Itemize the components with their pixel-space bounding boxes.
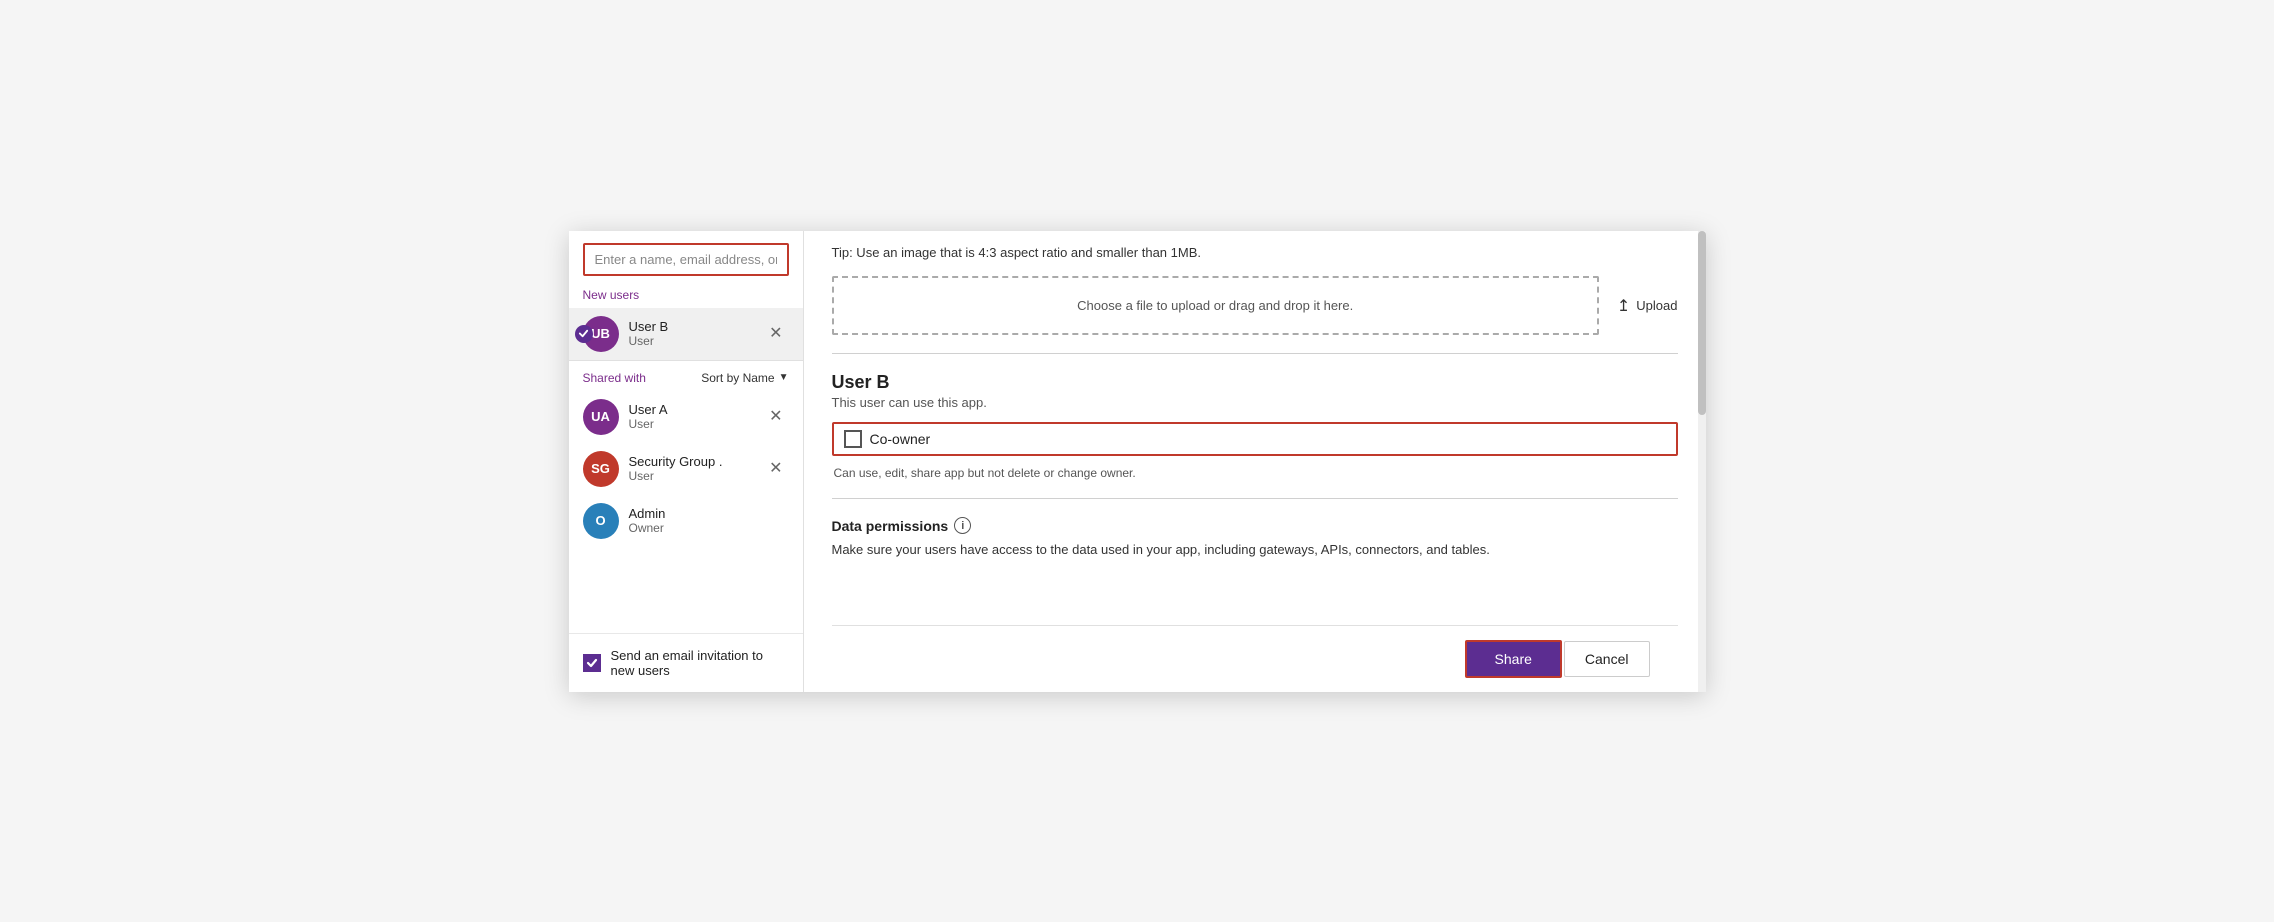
remove-selected-user-button[interactable]: ✕ [763, 324, 788, 344]
user-b-description: This user can use this app. [832, 395, 1678, 410]
right-panel: Tip: Use an image that is 4:3 aspect rat… [804, 231, 1706, 692]
admin-name: Admin [629, 506, 789, 521]
tip-text: Tip: Use an image that is 4:3 aspect rat… [832, 231, 1678, 263]
admin-role: Owner [629, 521, 789, 535]
coowner-checkbox[interactable] [844, 430, 862, 448]
data-permissions-description: Make sure your users have access to the … [832, 540, 1678, 560]
shared-user-item-admin[interactable]: O Admin Owner [569, 495, 803, 547]
coowner-label: Co-owner [870, 431, 931, 447]
sort-button[interactable]: Sort by Name ▼ [701, 371, 788, 385]
sort-label: Sort by Name [701, 371, 774, 385]
coowner-sub-text: Can use, edit, share app but not delete … [834, 466, 1678, 480]
sg-role: User [629, 469, 764, 483]
upload-zone-text: Choose a file to upload or drag and drop… [1077, 298, 1353, 313]
upload-arrow-icon: ↥ [1617, 296, 1630, 316]
sg-avatar: SG [583, 451, 619, 487]
separator-line-2 [832, 498, 1678, 499]
search-input[interactable] [583, 243, 789, 276]
selected-user-role: User [629, 334, 764, 348]
shared-with-row: Shared with Sort by Name ▼ [569, 361, 803, 391]
email-invite-checkbox[interactable] [583, 654, 601, 672]
shared-user-item-sg[interactable]: SG Security Group . User ✕ [569, 443, 803, 495]
data-permissions-title: Data permissions i [832, 517, 1678, 534]
upload-label: Upload [1636, 298, 1677, 313]
left-panel: New users UB User B User ✕ Shared with S… [569, 231, 804, 692]
upload-zone[interactable]: Choose a file to upload or drag and drop… [832, 276, 1599, 335]
scrollbar-thumb[interactable] [1698, 231, 1706, 415]
remove-user-a-button[interactable]: ✕ [763, 407, 788, 427]
selected-user-item[interactable]: UB User B User ✕ [569, 308, 803, 360]
scrollbar[interactable] [1698, 231, 1706, 692]
remove-sg-button[interactable]: ✕ [763, 459, 788, 479]
selected-user-info: User B User [629, 319, 764, 348]
chevron-down-icon: ▼ [779, 372, 789, 383]
admin-avatar: O [583, 503, 619, 539]
admin-info: Admin Owner [629, 506, 789, 535]
user-a-avatar: UA [583, 399, 619, 435]
dialog-footer: Share Cancel [832, 625, 1678, 692]
search-box-wrapper [569, 231, 803, 284]
upload-button[interactable]: ↥ Upload [1617, 296, 1678, 316]
share-dialog: New users UB User B User ✕ Shared with S… [569, 231, 1706, 692]
info-icon[interactable]: i [954, 517, 971, 534]
right-panel-inner: Tip: Use an image that is 4:3 aspect rat… [832, 231, 1678, 625]
share-button[interactable]: Share [1465, 640, 1562, 678]
user-a-info: User A User [629, 402, 764, 431]
user-a-role: User [629, 417, 764, 431]
data-permissions-label: Data permissions [832, 518, 949, 534]
separator-line-1 [832, 353, 1678, 354]
user-a-name: User A [629, 402, 764, 417]
coowner-checkbox-row[interactable]: Co-owner [832, 422, 1678, 456]
upload-zone-row: Choose a file to upload or drag and drop… [832, 276, 1678, 335]
sg-info: Security Group . User [629, 454, 764, 483]
email-invite-label: Send an email invitation to new users [611, 648, 789, 678]
sg-name: Security Group . [629, 454, 764, 469]
user-b-title: User B [832, 372, 1678, 393]
selected-user-name: User B [629, 319, 764, 334]
cancel-button[interactable]: Cancel [1564, 641, 1650, 677]
new-users-label: New users [569, 284, 803, 308]
email-invite-row: Send an email invitation to new users [569, 633, 803, 692]
check-icon [575, 325, 593, 343]
shared-user-item-ua[interactable]: UA User A User ✕ [569, 391, 803, 443]
shared-with-label: Shared with [583, 371, 646, 385]
